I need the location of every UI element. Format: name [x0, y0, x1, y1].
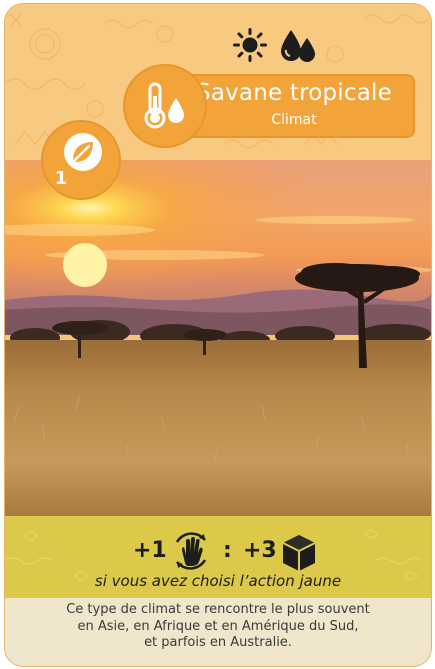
savanna-photo: [5, 160, 431, 516]
cube-icon: [282, 535, 316, 571]
card-header: Savane tropicale Climat 1: [5, 4, 431, 198]
climate-emblem: [125, 66, 205, 146]
action-reward: +3: [243, 538, 277, 563]
action-band: +1 : +3 si vous avez choisi l’action jau…: [5, 516, 431, 598]
water-drops-icon: [281, 30, 315, 62]
description-line-2: en Asie, en Afrique et en Amérique du Su…: [77, 618, 359, 634]
action-separator: :: [223, 538, 232, 563]
weather-icons: [231, 26, 321, 66]
leaf-icon: [64, 133, 102, 171]
savanna-sunset-image: [5, 160, 431, 516]
climate-card[interactable]: Savane tropicale Climat 1 +1: +3 si vou…: [5, 4, 431, 666]
grab-hand-icon: [175, 532, 207, 570]
card-category: Climat: [271, 112, 317, 128]
card-description: Ce type de climat se rencontre le plus s…: [25, 602, 411, 652]
description-band: Ce type de climat se rencontre le plus s…: [5, 598, 431, 666]
action-effect: +1 : +3: [5, 530, 431, 572]
level-number: 1: [54, 168, 68, 189]
description-line-1: Ce type de climat se rencontre le plus s…: [66, 602, 370, 617]
thermometer-drop-icon: [144, 82, 184, 129]
title-banner: Savane tropicale Climat: [173, 74, 415, 138]
level-badge: 1: [43, 122, 119, 198]
sun-icon: [233, 28, 267, 62]
card-title: Savane tropicale: [196, 80, 392, 106]
description-line-3: et parfois en Australie.: [144, 635, 292, 650]
action-cost: +1: [133, 538, 167, 563]
action-caption: si vous avez choisi l’action jaune: [94, 572, 342, 590]
